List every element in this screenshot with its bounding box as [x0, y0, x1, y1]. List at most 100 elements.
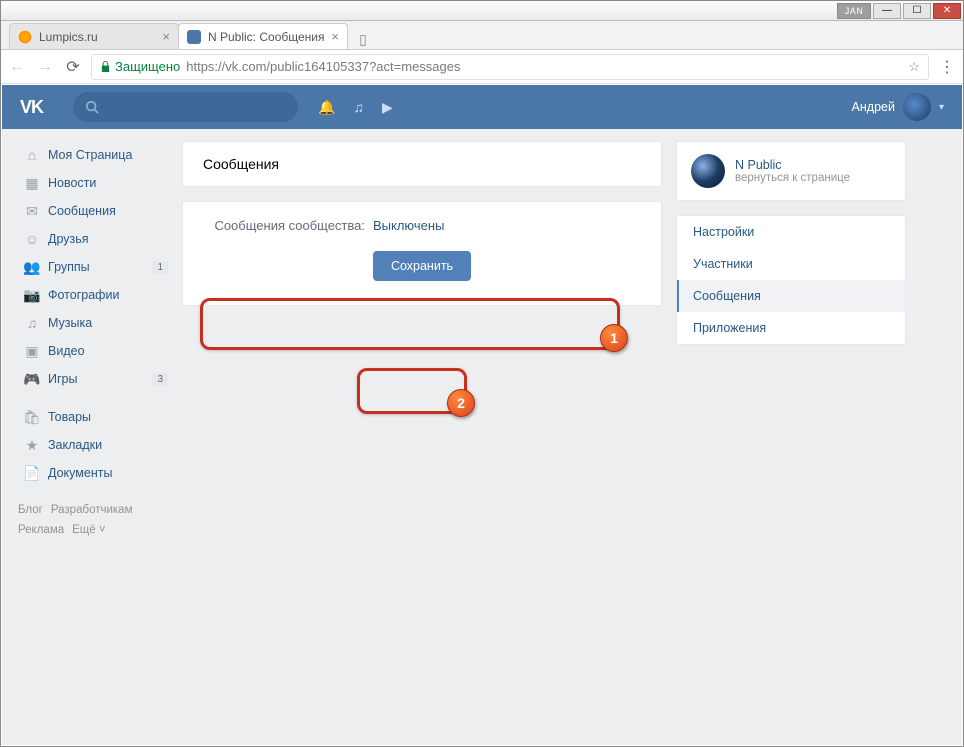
nav-news[interactable]: ▦ Новости: [18, 169, 168, 197]
annotation-step-2: 2: [447, 389, 475, 417]
save-button[interactable]: Сохранить: [373, 251, 471, 281]
search-input[interactable]: [73, 92, 298, 122]
settings-card: Сообщения сообщества: Выключены Сохранит…: [182, 201, 662, 306]
browser-tabs: Lumpics.ru × N Public: Сообщения × ▯: [1, 21, 963, 50]
messages-status-dropdown[interactable]: Выключены: [373, 218, 444, 233]
menu-messages[interactable]: Сообщения: [677, 280, 905, 312]
page-title: Сообщения: [183, 142, 661, 186]
games-icon: 🎮: [22, 371, 42, 388]
main-column: Сообщения Сообщения сообщества: Выключен…: [182, 141, 662, 540]
music-icon: ♫: [22, 315, 42, 331]
footer-blog[interactable]: Блог: [18, 504, 43, 516]
bag-icon: 🛍: [22, 409, 42, 426]
star-icon: ★: [22, 437, 42, 454]
user-name: Андрей: [852, 100, 895, 114]
forward-button[interactable]: →: [35, 57, 55, 77]
nav-label: Фотографии: [48, 288, 119, 302]
nav-docs[interactable]: 📄 Документы: [18, 459, 168, 487]
footer-ads[interactable]: Реклама: [18, 524, 64, 536]
community-header[interactable]: N Public вернуться к странице: [677, 142, 905, 200]
url-rest: ://vk.com/public164105337?act=messages: [214, 59, 460, 74]
reload-button[interactable]: ⟳: [63, 57, 83, 77]
vk-logo[interactable]: VK: [20, 97, 43, 118]
vk-header: VK 🔔 ♫ ▶ Андрей ▾: [2, 85, 962, 129]
community-card: N Public вернуться к странице: [676, 141, 906, 201]
close-tab-icon[interactable]: ×: [162, 29, 170, 44]
document-icon: 📄: [22, 465, 42, 482]
nav-label: Моя Страница: [48, 148, 132, 162]
tab-vk[interactable]: N Public: Сообщения ×: [178, 23, 348, 49]
nav-label: Новости: [48, 176, 96, 190]
maximize-button[interactable]: ☐: [903, 3, 931, 19]
tab-lumpics[interactable]: Lumpics.ru ×: [9, 23, 179, 49]
nav-label: Документы: [48, 466, 112, 480]
row-label: Сообщения сообщества:: [203, 218, 373, 233]
menu-apps[interactable]: Приложения: [677, 312, 905, 344]
news-icon: ▦: [22, 175, 42, 192]
nav-label: Видео: [48, 344, 85, 358]
menu-settings[interactable]: Настройки: [677, 216, 905, 248]
minimize-button[interactable]: —: [873, 3, 901, 19]
new-tab-button[interactable]: ▯: [353, 31, 373, 49]
footer-more[interactable]: Ещё ˅: [72, 524, 105, 536]
camera-icon: 📷: [22, 287, 42, 304]
community-subtitle: вернуться к странице: [735, 172, 850, 184]
nav-bookmarks[interactable]: ★ Закладки: [18, 431, 168, 459]
nav-label: Друзья: [48, 232, 89, 246]
header-icons: 🔔 ♫ ▶: [318, 99, 393, 116]
nav-label: Товары: [48, 410, 91, 424]
nav-friends[interactable]: ☺ Друзья: [18, 225, 168, 253]
nav-my-page[interactable]: ⌂ Моя Страница: [18, 141, 168, 169]
favicon-icon: [187, 30, 201, 44]
close-tab-icon[interactable]: ×: [331, 29, 339, 44]
annotation-step-1: 1: [600, 324, 628, 352]
nav-label: Музыка: [48, 316, 92, 330]
menu-members[interactable]: Участники: [677, 248, 905, 280]
community-messages-row: Сообщения сообщества: Выключены: [203, 218, 641, 233]
nav-groups[interactable]: 👥 Группы 1: [18, 253, 168, 281]
nav-music[interactable]: ♫ Музыка: [18, 309, 168, 337]
settings-menu: Настройки Участники Сообщения Приложения: [676, 215, 906, 345]
footer-links: Блог Разработчикам Реклама Ещё ˅: [18, 501, 168, 540]
window-titlebar: JAN — ☐ ✕: [1, 1, 963, 21]
music-icon[interactable]: ♫: [353, 99, 364, 116]
nav-messages[interactable]: ✉ Сообщения: [18, 197, 168, 225]
nav-photos[interactable]: 📷 Фотографии: [18, 281, 168, 309]
notifications-icon[interactable]: 🔔: [318, 99, 335, 116]
badge: 3: [152, 373, 168, 386]
page-title-card: Сообщения: [182, 141, 662, 187]
player-icon[interactable]: ▶: [382, 99, 393, 116]
url-field[interactable]: Защищено https://vk.com/public164105337?…: [91, 54, 929, 80]
video-icon: ▣: [22, 343, 42, 360]
chevron-down-icon: ▾: [939, 102, 944, 113]
badge: 1: [152, 261, 168, 274]
friends-icon: ☺: [22, 231, 42, 247]
nav-market[interactable]: 🛍 Товары: [18, 403, 168, 431]
home-icon: ⌂: [22, 147, 42, 163]
nav-label: Закладки: [48, 438, 102, 452]
secure-label: Защищено: [115, 59, 180, 74]
nav-label: Группы: [48, 260, 90, 274]
avatar: [903, 93, 931, 121]
nav-label: Сообщения: [48, 204, 116, 218]
lock-icon: Защищено: [100, 59, 180, 74]
url-scheme: https: [186, 59, 214, 74]
tab-title: N Public: Сообщения: [208, 30, 324, 44]
community-avatar: [691, 154, 725, 188]
favicon-icon: [18, 30, 32, 44]
community-title: N Public: [735, 158, 850, 172]
footer-dev[interactable]: Разработчикам: [51, 504, 133, 516]
extension-badge[interactable]: JAN: [837, 3, 871, 19]
tab-title: Lumpics.ru: [39, 30, 98, 44]
groups-icon: 👥: [22, 259, 42, 276]
browser-menu-button[interactable]: ⋮: [937, 57, 957, 77]
left-nav: ⌂ Моя Страница ▦ Новости ✉ Сообщения ☺ Друзь…: [18, 141, 168, 540]
bookmark-star-icon[interactable]: ☆: [908, 59, 920, 75]
close-window-button[interactable]: ✕: [933, 3, 961, 19]
nav-games[interactable]: 🎮Игры3: [18, 365, 168, 393]
messages-icon: ✉: [22, 203, 42, 220]
page-viewport: VK 🔔 ♫ ▶ Андрей ▾ ⌂ Моя Страница ▦ Новости…: [2, 85, 962, 745]
nav-video[interactable]: ▣ Видео: [18, 337, 168, 365]
back-button[interactable]: ←: [7, 57, 27, 77]
header-user-menu[interactable]: Андрей ▾: [852, 93, 944, 121]
